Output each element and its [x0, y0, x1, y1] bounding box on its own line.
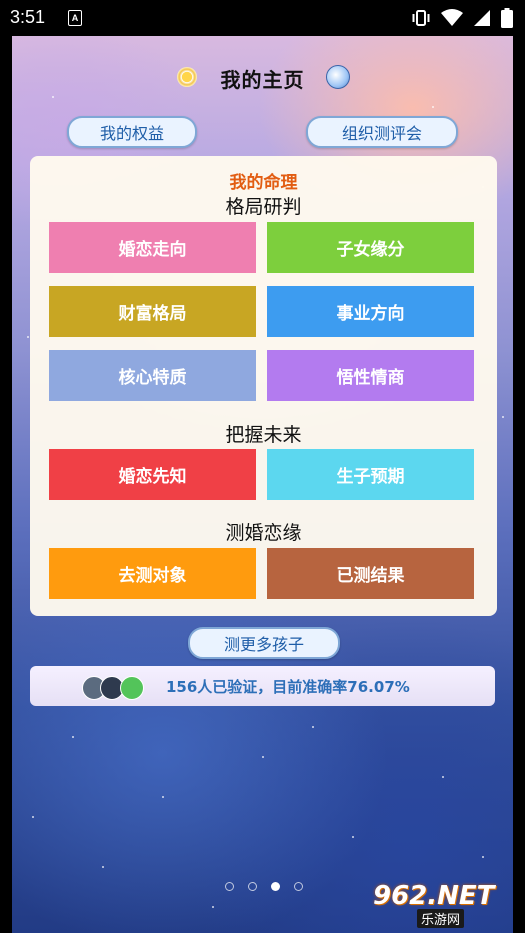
status-time: 3:51 [10, 7, 46, 27]
verification-text: 156人已验证，目前准确率76.07% [166, 678, 410, 696]
tile-test-partner[interactable]: 去测对象 [49, 548, 256, 599]
globe-icon [326, 65, 350, 89]
page-dot[interactable] [225, 882, 234, 891]
organize-evaluation-button[interactable]: 组织测评会 [306, 116, 458, 148]
more-children-button[interactable]: 测更多孩子 [188, 627, 340, 659]
page-header: 我的主页 [12, 64, 513, 93]
page-dot-active[interactable] [271, 882, 280, 891]
page-dot[interactable] [248, 882, 257, 891]
tile-core-traits[interactable]: 核心特质 [49, 350, 256, 401]
section-title-marriage: 测婚恋缘 [225, 522, 302, 544]
watermark-sub: 乐游网 [417, 909, 465, 928]
page-indicator [225, 882, 303, 891]
tile-children-fate[interactable]: 子女缘分 [267, 222, 474, 273]
avatar-group [82, 676, 150, 700]
vibrate-icon [412, 10, 430, 26]
signal-icon [474, 10, 490, 26]
tile-marriage-trend[interactable]: 婚恋走向 [49, 222, 256, 273]
destiny-card: 我的命理 格局研判 婚恋走向 子女缘分 财富格局 事业方向 核心特质 悟性情商 … [30, 156, 497, 616]
page-dot[interactable] [294, 882, 303, 891]
tile-marriage-foresight[interactable]: 婚恋先知 [49, 449, 256, 500]
wifi-icon [441, 9, 463, 26]
home-screen: 我的主页 我的权益 组织测评会 我的命理 格局研判 婚恋走向 子女缘分 财富格局… [12, 36, 513, 933]
tile-test-results[interactable]: 已测结果 [267, 548, 474, 599]
status-bar: 3:51 A [0, 0, 525, 36]
page-title: 我的主页 [220, 68, 305, 92]
tile-eq[interactable]: 悟性情商 [267, 350, 474, 401]
tile-childbirth-forecast[interactable]: 生子预期 [267, 449, 474, 500]
site-watermark: 962.NET 乐游网 [373, 881, 505, 928]
my-rights-button[interactable]: 我的权益 [67, 116, 197, 148]
battery-icon [501, 8, 513, 28]
section-title-future: 把握未来 [225, 424, 302, 446]
watermark-logo: 962.NET [373, 881, 495, 911]
section-title-pattern: 格局研判 [225, 196, 302, 218]
notification-icon: A [68, 10, 82, 26]
tile-career-direction[interactable]: 事业方向 [267, 286, 474, 337]
avatar [120, 676, 144, 700]
card-title: 我的命理 [229, 173, 298, 193]
tile-wealth-pattern[interactable]: 财富格局 [49, 286, 256, 337]
verification-banner: 156人已验证，目前准确率76.07% [30, 666, 495, 706]
sun-icon [177, 67, 197, 87]
